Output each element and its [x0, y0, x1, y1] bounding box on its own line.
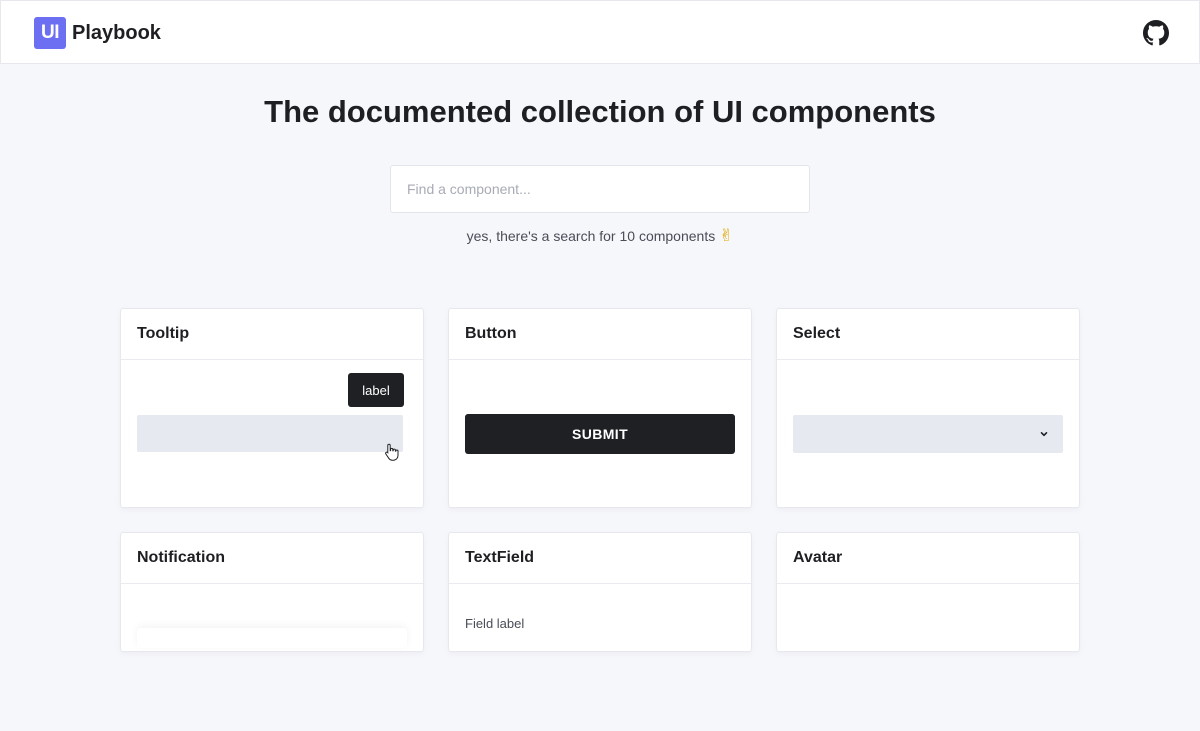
component-card-tooltip[interactable]: Tooltip label: [120, 308, 424, 508]
card-title: Avatar: [777, 533, 1079, 584]
card-title: Button: [449, 309, 751, 360]
select-dropdown[interactable]: [793, 415, 1063, 453]
card-preview: [121, 584, 423, 731]
chevron-down-icon: [1040, 432, 1048, 437]
card-title: TextField: [449, 533, 751, 584]
top-bar: UI Playbook: [0, 0, 1200, 64]
logo[interactable]: UI Playbook: [34, 17, 161, 49]
card-title: Tooltip: [121, 309, 423, 360]
victory-hand-icon: ✌: [719, 226, 734, 245]
search-input[interactable]: [390, 165, 810, 213]
hand-pointer-icon: [385, 443, 399, 461]
component-card-select[interactable]: Select: [776, 308, 1080, 508]
component-card-avatar[interactable]: Avatar: [776, 532, 1080, 652]
search-note-text: yes, there's a search for 10 components: [466, 228, 716, 244]
tooltip-target[interactable]: [137, 415, 403, 452]
card-preview: label: [121, 360, 423, 507]
notification-preview: [137, 628, 407, 648]
field-label: Field label: [465, 616, 525, 631]
tooltip-bubble: label: [348, 373, 404, 407]
card-preview: [777, 360, 1079, 507]
submit-button[interactable]: SUBMIT: [465, 414, 735, 454]
page-title: The documented collection of UI componen…: [264, 94, 936, 129]
github-icon[interactable]: [1143, 20, 1169, 46]
card-preview: Field label: [449, 584, 751, 731]
card-preview: [777, 584, 1079, 731]
card-title: Notification: [121, 533, 423, 584]
logo-text: Playbook: [72, 21, 161, 44]
card-preview: SUBMIT: [449, 360, 751, 507]
search-note: yes, there's a search for 10 components …: [0, 226, 1200, 246]
logo-mark: UI: [34, 17, 66, 49]
component-card-button[interactable]: Button SUBMIT: [448, 308, 752, 508]
component-card-notification[interactable]: Notification: [120, 532, 424, 652]
card-title: Select: [777, 309, 1079, 360]
component-card-textfield[interactable]: TextField Field label: [448, 532, 752, 652]
